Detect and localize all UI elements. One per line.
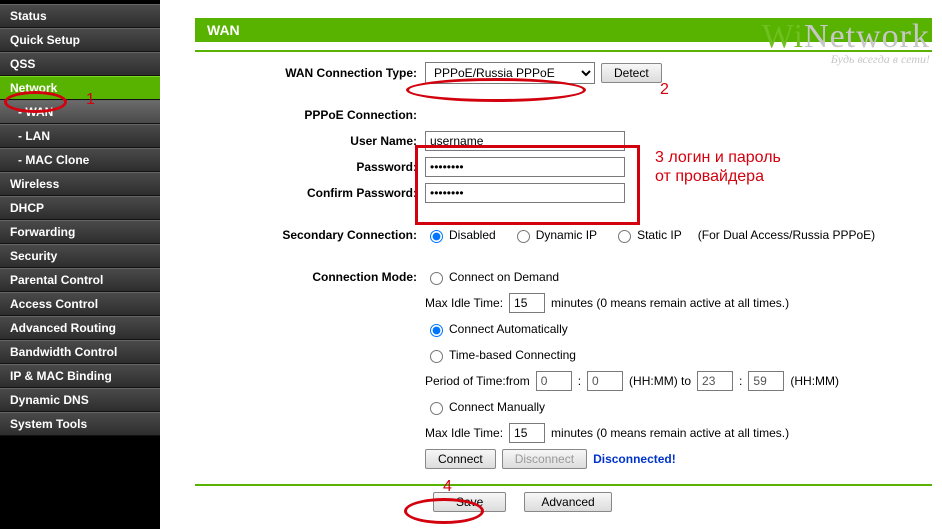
sidebar-item-access-control[interactable]: Access Control [0, 292, 160, 316]
radio-mode-auto[interactable]: Connect Automatically [425, 321, 568, 337]
disconnect-button[interactable]: Disconnect [502, 449, 587, 469]
connect-button[interactable]: Connect [425, 449, 496, 469]
radio-mode-auto-input[interactable] [430, 324, 443, 337]
divider [195, 484, 932, 486]
sidebar-item-mac-clone[interactable]: - MAC Clone [0, 148, 160, 172]
max-idle-1-input[interactable] [509, 293, 545, 313]
label-period-from: Period of Time:from [425, 374, 530, 388]
sidebar-item-bandwidth-control[interactable]: Bandwidth Control [0, 340, 160, 364]
radio-mode-manual[interactable]: Connect Manually [425, 399, 545, 415]
radio-secondary-dynamic[interactable]: Dynamic IP [512, 227, 597, 243]
label-wan-conn-type: WAN Connection Type: [195, 66, 425, 80]
username-input[interactable] [425, 131, 625, 151]
idle-note-1: minutes (0 means remain active at all ti… [551, 296, 789, 310]
label-period-to: (HH:MM) to [629, 374, 691, 388]
idle-note-2: minutes (0 means remain active at all ti… [551, 426, 789, 440]
sidebar-item-dhcp[interactable]: DHCP [0, 196, 160, 220]
radio-label: Connect Manually [449, 400, 545, 414]
sidebar-item-network[interactable]: Network [0, 76, 160, 100]
sidebar-item-lan[interactable]: - LAN [0, 124, 160, 148]
radio-mode-on-demand-input[interactable] [430, 272, 443, 285]
confirm-password-input[interactable] [425, 183, 625, 203]
radio-label: Dynamic IP [536, 228, 597, 242]
sidebar-item-status[interactable]: Status [0, 4, 160, 28]
advanced-button[interactable]: Advanced [524, 492, 611, 512]
label-secondary-conn: Secondary Connection: [195, 228, 425, 242]
radio-label: Time-based Connecting [449, 348, 576, 362]
radio-secondary-static[interactable]: Static IP [613, 227, 682, 243]
sidebar-item-advanced-routing[interactable]: Advanced Routing [0, 316, 160, 340]
period-to-hour-input[interactable] [697, 371, 733, 391]
radio-label: Disabled [449, 228, 496, 242]
period-to-min-input[interactable] [748, 371, 784, 391]
label-max-idle-2: Max Idle Time: [425, 426, 503, 440]
main-content: WAN WAN Connection Type: PPPoE/Russia PP… [175, 0, 942, 529]
radio-mode-time-input[interactable] [430, 350, 443, 363]
label-confirm-password: Confirm Password: [195, 186, 425, 200]
save-button[interactable]: Save [433, 492, 506, 512]
max-idle-2-input[interactable] [509, 423, 545, 443]
radio-mode-time[interactable]: Time-based Connecting [425, 347, 576, 363]
radio-secondary-dynamic-input[interactable] [517, 230, 530, 243]
radio-label: Static IP [637, 228, 682, 242]
radio-secondary-disabled[interactable]: Disabled [425, 227, 496, 243]
radio-label: Connect on Demand [449, 270, 559, 284]
radio-secondary-static-input[interactable] [618, 230, 631, 243]
password-input[interactable] [425, 157, 625, 177]
label-password: Password: [195, 160, 425, 174]
wan-connection-type-select[interactable]: PPPoE/Russia PPPoE [425, 62, 595, 84]
colon: : [739, 374, 742, 388]
label-period-suffix: (HH:MM) [790, 374, 839, 388]
divider [195, 50, 932, 52]
label-conn-mode: Connection Mode: [195, 270, 425, 284]
radio-label: Connect Automatically [449, 322, 568, 336]
sidebar-item-system-tools[interactable]: System Tools [0, 412, 160, 436]
page-title: WAN [195, 18, 932, 42]
radio-mode-manual-input[interactable] [430, 402, 443, 415]
sidebar-item-security[interactable]: Security [0, 244, 160, 268]
sidebar-item-wireless[interactable]: Wireless [0, 172, 160, 196]
detect-button[interactable]: Detect [601, 63, 662, 83]
sidebar-item-quick-setup[interactable]: Quick Setup [0, 28, 160, 52]
period-from-min-input[interactable] [587, 371, 623, 391]
period-from-hour-input[interactable] [536, 371, 572, 391]
colon: : [578, 374, 581, 388]
sidebar-item-qss[interactable]: QSS [0, 52, 160, 76]
connection-status: Disconnected! [593, 452, 676, 466]
secondary-note: (For Dual Access/Russia PPPoE) [698, 228, 875, 242]
radio-secondary-disabled-input[interactable] [430, 230, 443, 243]
label-max-idle: Max Idle Time: [425, 296, 503, 310]
sidebar-item-forwarding[interactable]: Forwarding [0, 220, 160, 244]
radio-mode-on-demand[interactable]: Connect on Demand [425, 269, 559, 285]
sidebar-item-dynamic-dns[interactable]: Dynamic DNS [0, 388, 160, 412]
sidebar: StatusQuick SetupQSSNetwork- WAN- LAN- M… [0, 0, 160, 529]
sidebar-item-wan[interactable]: - WAN [0, 100, 160, 124]
label-pppoe-section: PPPoE Connection: [195, 108, 425, 122]
sidebar-item-parental-control[interactable]: Parental Control [0, 268, 160, 292]
sidebar-item-ip-mac-binding[interactable]: IP & MAC Binding [0, 364, 160, 388]
label-username: User Name: [195, 134, 425, 148]
